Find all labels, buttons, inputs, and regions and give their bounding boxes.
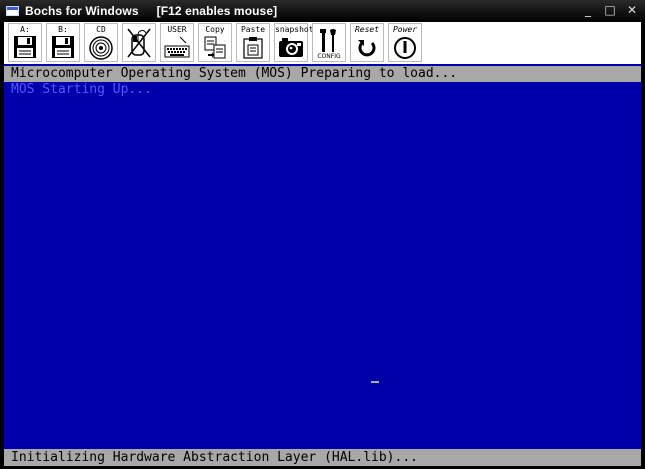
mouse-disabled-icon xyxy=(127,28,151,58)
emulator-screen[interactable]: Microcomputer Operating System (MOS) Pre… xyxy=(4,64,641,466)
window-title: Bochs for Windows [F12 enables mouse] xyxy=(25,4,277,18)
floppy-b-button[interactable]: B: xyxy=(46,23,80,62)
paste-button[interactable]: Paste xyxy=(236,23,270,62)
mouse-toggle-button[interactable] xyxy=(122,23,156,62)
minimize-button[interactable]: _ xyxy=(579,3,597,18)
cdrom-button[interactable]: CD xyxy=(84,23,118,62)
cdrom-label: CD xyxy=(96,25,106,34)
text-cursor xyxy=(371,381,379,383)
window-subtitle: [F12 enables mouse] xyxy=(156,4,278,18)
startup-message: MOS Starting Up... xyxy=(11,82,152,97)
title-bar[interactable]: Bochs for Windows [F12 enables mouse] _ □… xyxy=(0,0,645,22)
app-window-icon xyxy=(6,6,19,16)
floppy-a-label: A: xyxy=(20,25,30,34)
close-button[interactable]: ✕ xyxy=(623,3,641,18)
power-button[interactable]: Power xyxy=(388,23,422,62)
user-keyboard-button[interactable]: USER xyxy=(160,23,194,62)
header-status-line: Microcomputer Operating System (MOS) Pre… xyxy=(4,66,641,82)
user-label: USER xyxy=(167,25,187,34)
cdrom-icon xyxy=(89,36,113,60)
copy-label: Copy xyxy=(205,25,225,34)
paste-label: Paste xyxy=(240,25,266,34)
floppy-b-icon xyxy=(52,36,74,58)
reset-icon xyxy=(358,40,376,57)
window-title-text: Bochs for Windows xyxy=(25,4,139,18)
floppy-a-icon xyxy=(14,36,36,58)
maximize-button[interactable]: □ xyxy=(601,3,619,18)
reset-button[interactable]: Reset xyxy=(350,23,384,62)
floppy-b-label: B: xyxy=(58,25,68,34)
window-controls: _ □ ✕ xyxy=(579,3,641,18)
footer-status-line: Initializing Hardware Abstraction Layer … xyxy=(4,449,641,466)
snapshot-button[interactable]: snapshot xyxy=(274,23,314,62)
config-label: CONFIG xyxy=(317,53,341,60)
copy-icon xyxy=(204,36,226,59)
power-icon xyxy=(394,37,416,59)
config-button[interactable]: CONFIG xyxy=(312,23,346,62)
copy-button[interactable]: Copy xyxy=(198,23,232,62)
power-label: Power xyxy=(392,25,418,34)
keyboard-icon xyxy=(164,36,190,58)
camera-icon xyxy=(279,38,303,57)
toolbar: A: B: CD USER Copy Paste snapshot CONFIG… xyxy=(4,22,641,64)
floppy-a-button[interactable]: A: xyxy=(8,23,42,62)
config-tools-icon xyxy=(320,29,336,52)
paste-icon xyxy=(243,37,263,59)
snapshot-label: snapshot xyxy=(275,25,314,34)
reset-label: Reset xyxy=(354,25,380,34)
